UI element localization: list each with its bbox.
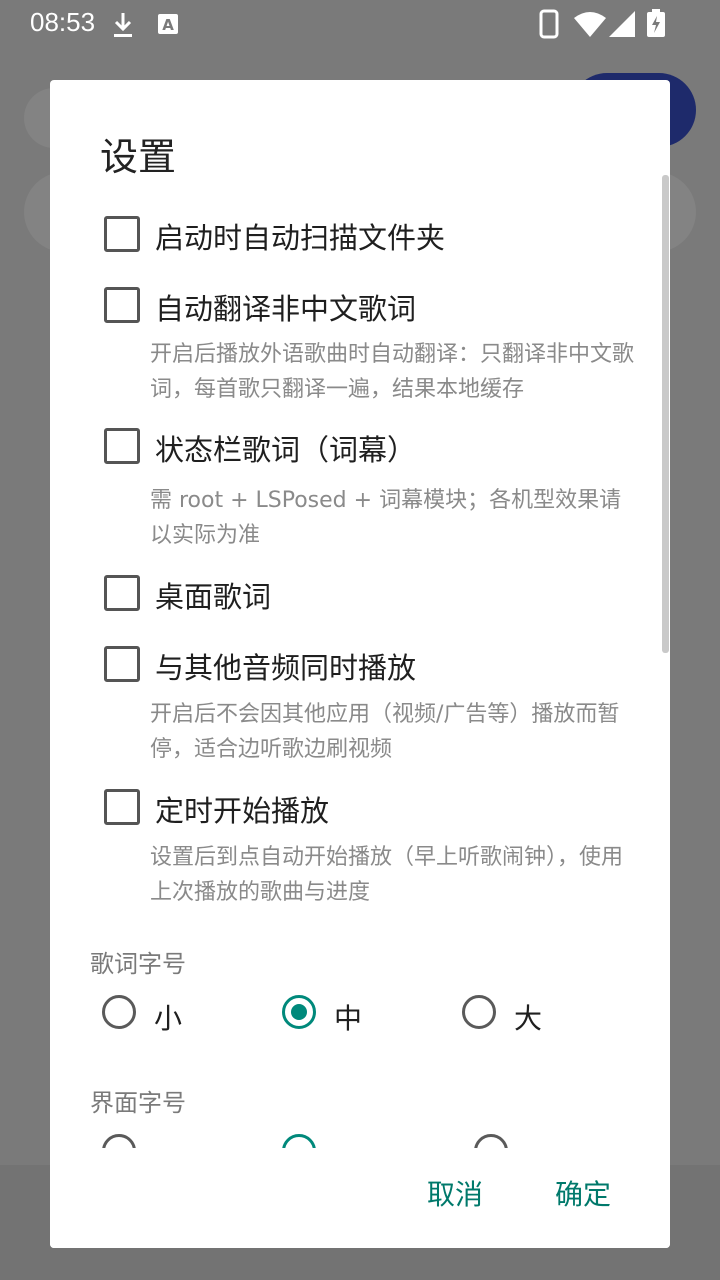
radio-label: 大 — [514, 1002, 543, 1035]
checkbox[interactable] — [104, 216, 140, 252]
checkbox[interactable] — [104, 287, 140, 323]
settings-dialog: 设置 启动时自动扫描文件夹 自动翻译非中文歌词 开启后播放外语歌曲时自动翻译：只… — [50, 80, 670, 1248]
checkbox[interactable] — [104, 646, 140, 682]
signal-icon — [609, 11, 635, 37]
option-description: 开启后不会因其他应用（视频/广告等）播放而暂停，适合边听歌边刷视频 — [150, 702, 620, 762]
dialog-title: 设置 — [100, 135, 177, 179]
status-bar: 08:53 A — [0, 0, 720, 48]
ui-font-size-label: 界面字号 — [90, 1089, 186, 1117]
radio-ui-medium[interactable] — [282, 1134, 316, 1148]
option-label: 定时开始播放 — [155, 794, 330, 828]
dialog-actions: 取消 确定 — [50, 1148, 670, 1248]
radio-lyric-medium[interactable] — [282, 995, 316, 1029]
option-label: 与其他音频同时播放 — [155, 651, 417, 685]
option-label: 桌面歌词 — [155, 580, 272, 614]
radio-ui-large[interactable] — [474, 1134, 508, 1148]
phone-icon — [539, 9, 559, 39]
option-label: 自动翻译非中文歌词 — [155, 292, 417, 326]
option-label: 状态栏歌词（词幕） — [155, 433, 417, 467]
radio-label: 中 — [334, 1002, 363, 1035]
checkbox[interactable] — [104, 789, 140, 825]
wifi-icon — [574, 12, 606, 37]
lyric-font-size-label: 歌词字号 — [90, 950, 186, 978]
radio-ui-small[interactable] — [102, 1134, 136, 1148]
a-icon: A — [158, 14, 178, 34]
checkbox[interactable] — [104, 575, 140, 611]
radio-lyric-large[interactable] — [462, 995, 496, 1029]
cancel-button[interactable]: 取消 — [427, 1173, 483, 1213]
option-description: 需 root + LSPosed + 词幕模块；各机型效果请以实际为准 — [150, 488, 622, 548]
svg-text:A: A — [162, 16, 174, 34]
status-time: 08:53 — [30, 7, 96, 37]
settings-scroll-area[interactable]: 启动时自动扫描文件夹 自动翻译非中文歌词 开启后播放外语歌曲时自动翻译：只翻译非… — [50, 190, 670, 1148]
checkbox[interactable] — [104, 428, 140, 464]
confirm-button[interactable]: 确定 — [555, 1173, 611, 1213]
radio-lyric-small[interactable] — [102, 995, 136, 1029]
option-label: 启动时自动扫描文件夹 — [155, 221, 446, 255]
battery-charging-icon — [647, 9, 665, 37]
download-icon — [114, 13, 132, 37]
radio-label: 小 — [154, 1002, 183, 1035]
option-description: 开启后播放外语歌曲时自动翻译：只翻译非中文歌词，每首歌只翻译一遍，结果本地缓存 — [150, 342, 635, 402]
option-description: 设置后到点自动开始播放（早上听歌闹钟），使用上次播放的歌曲与进度 — [150, 845, 624, 905]
